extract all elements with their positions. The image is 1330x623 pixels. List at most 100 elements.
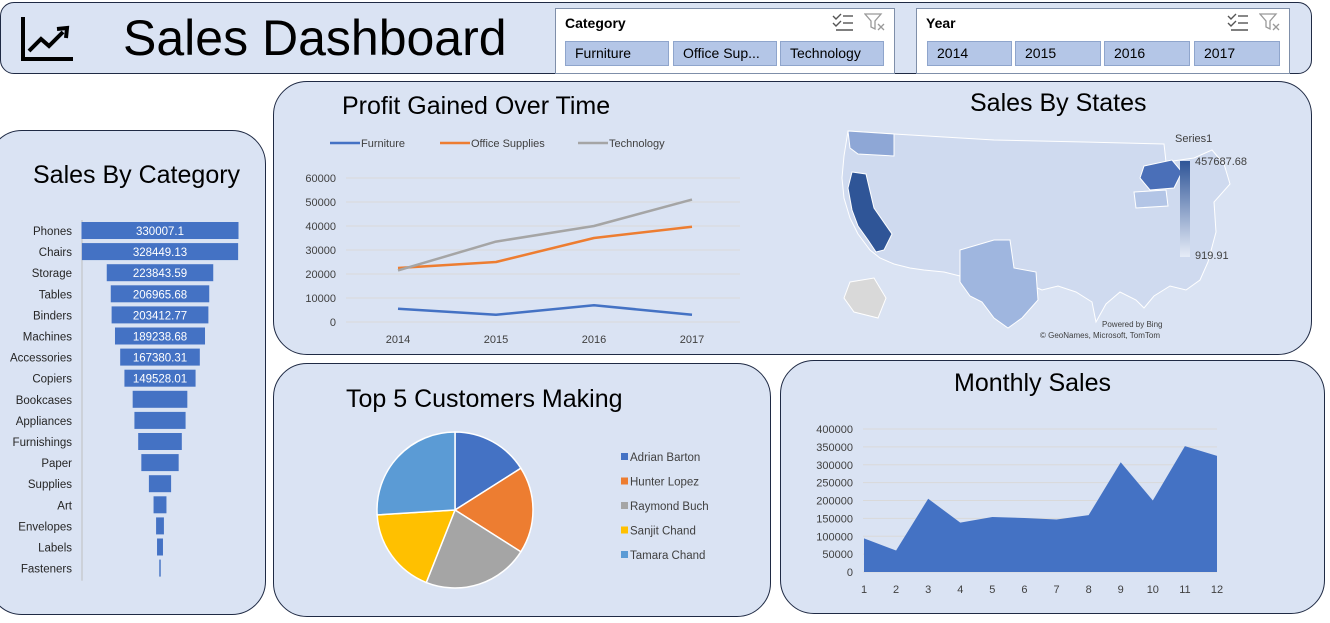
us-states-map — [841, 130, 1231, 329]
pie-legend-label: Raymond Buch — [630, 501, 709, 513]
pie-slice — [376, 431, 456, 516]
map-legend-min: 919.91 — [1195, 250, 1229, 262]
year-slicer-title: Year — [926, 15, 956, 31]
top5-customers-panel: Top 5 Customers Making Adrian Barton Hunt… — [273, 363, 771, 617]
category-label: Accessories — [10, 353, 72, 365]
monthly-x-tick-label: 5 — [989, 584, 995, 596]
pie-legend-label: Adrian Barton — [630, 452, 700, 464]
pie-legend-swatch — [621, 526, 628, 534]
category-value-label: 189238.68 — [133, 332, 187, 344]
pie-legend-label: Tamara Chand — [630, 550, 705, 562]
clear-filter-icon[interactable] — [1259, 12, 1281, 32]
map-states — [841, 130, 1231, 329]
monthly-x-tick-label: 4 — [957, 584, 963, 596]
pie-legend-swatch — [621, 502, 628, 509]
category-label: Supplies — [28, 479, 72, 491]
category-label: Phones — [33, 226, 72, 238]
monthly-x-tick-label: 11 — [1179, 584, 1190, 596]
slicer-item-2015[interactable]: 2015 — [1015, 41, 1101, 66]
category-label: Copiers — [32, 374, 72, 386]
slicer-item-2017[interactable]: 2017 — [1194, 41, 1280, 66]
monthly-y-tick-label: 200000 — [816, 496, 853, 508]
map-legend-title: Series1 — [1175, 133, 1213, 145]
multi-select-icon[interactable] — [1227, 12, 1249, 32]
map-legend-max: 457687.68 — [1195, 156, 1247, 168]
slicer-item-furniture[interactable]: Furniture — [565, 41, 669, 66]
monthly-sales-panel: Monthly Sales 0 50000 100000 150000 200000 25… — [780, 360, 1325, 614]
category-label: Chairs — [39, 247, 72, 259]
monthly-x-tick-label: 3 — [925, 584, 931, 596]
multi-select-icon[interactable] — [832, 12, 854, 32]
monthly-y-tick-label: 350000 — [816, 442, 853, 454]
category-bar — [157, 538, 163, 556]
slicer-item-2016[interactable]: 2016 — [1104, 41, 1190, 66]
monthly-x-tick-label: 2 — [893, 584, 899, 596]
monthly-y-tick-label: 250000 — [816, 478, 853, 490]
category-bar — [156, 517, 164, 535]
map-state-pennsylvania — [1133, 189, 1169, 209]
category-bar — [153, 496, 167, 514]
map-state-washington — [847, 130, 895, 157]
category-label: Fasteners — [21, 564, 72, 576]
monthly-y-tick-label: 150000 — [816, 513, 853, 525]
category-bar — [132, 390, 188, 408]
category-bar — [134, 411, 186, 429]
category-value-label: 223843.59 — [133, 268, 187, 280]
page-title: Sales Dashboard — [123, 10, 507, 66]
category-label: Art — [57, 500, 73, 512]
monthly-y-tick-label: 50000 — [822, 549, 853, 561]
monthly-y-tick-label: 100000 — [816, 531, 853, 543]
pie-legend-swatch — [621, 477, 628, 485]
category-label: Binders — [33, 310, 72, 322]
pie-legend-label: Hunter Lopez — [630, 477, 699, 489]
line-chart-trend-icon — [21, 17, 73, 61]
monthly-x-tick-label: 1 — [861, 584, 867, 596]
category-label: Machines — [23, 332, 72, 344]
monthly-x-tick-label: 10 — [1147, 584, 1159, 596]
sales-by-category-panel: Sales By Category Phones 330007.1 Chairs 32… — [0, 130, 266, 615]
slicer-item-office-supplies[interactable]: Office Sup... — [673, 41, 777, 66]
category-label: Labels — [38, 543, 72, 555]
category-bar — [141, 454, 179, 472]
category-value-label: 328449.13 — [133, 247, 187, 259]
map-credit-powered: Powered by Bing — [1102, 320, 1163, 329]
map-legend-gradient — [1180, 161, 1190, 257]
sales-by-category-chart: Phones 330007.1 Chairs 328449.13 Storage 2238… — [10, 220, 239, 581]
category-label: Tables — [39, 289, 72, 301]
category-label: Paper — [41, 458, 72, 470]
category-label: Storage — [32, 268, 72, 280]
category-slicer-title: Category — [565, 15, 626, 31]
map-credit-source: © GeoNames, Microsoft, TomTom — [1040, 331, 1160, 340]
year-slicer: Year 2014 2015 2016 2017 — [916, 8, 1290, 74]
category-bar — [138, 433, 182, 450]
category-value-label: 203412.77 — [133, 310, 187, 322]
monthly-x-tick-label: 8 — [1086, 584, 1092, 596]
monthly-y-tick-label: 0 — [847, 567, 853, 579]
category-label: Furnishings — [13, 437, 73, 449]
slicer-item-2014[interactable]: 2014 — [927, 41, 1012, 66]
monthly-x-tick-label: 12 — [1211, 584, 1223, 596]
monthly-x-tick-label: 7 — [1053, 584, 1059, 596]
dashboard-header: Sales Dashboard Category Furniture Offic… — [0, 2, 1312, 74]
monthly-x-tick-label: 6 — [1021, 584, 1027, 596]
clear-filter-icon[interactable] — [864, 12, 886, 32]
monthly-y-tick-label: 400000 — [816, 424, 853, 436]
pie-legend-swatch — [621, 453, 628, 460]
category-value-label: 167380.31 — [133, 353, 187, 365]
pie-legend-label: Sanjit Chand — [630, 526, 696, 538]
category-label: Bookcases — [16, 395, 73, 407]
slicer-item-technology[interactable]: Technology — [780, 41, 884, 66]
top5-customers-pie: Adrian Barton Hunter Lopez Raymond Buch San… — [376, 431, 709, 589]
category-value-label: 206965.68 — [133, 289, 187, 301]
pie-legend-swatch — [621, 551, 628, 558]
monthly-y-tick-label: 300000 — [816, 460, 853, 472]
category-bar — [148, 475, 172, 493]
category-slicer: Category Furniture Office Sup... Technol… — [555, 8, 895, 74]
monthly-sales-chart: 0 50000 100000 150000 200000 250000 300000 3500… — [816, 424, 1223, 596]
category-label: Envelopes — [18, 521, 72, 533]
monthly-x-tick-label: 9 — [1118, 584, 1124, 596]
category-value-label: 330007.1 — [136, 226, 184, 238]
map-state-alaska — [843, 277, 887, 319]
category-value-label: 149528.01 — [133, 374, 187, 386]
category-bar — [159, 559, 161, 577]
